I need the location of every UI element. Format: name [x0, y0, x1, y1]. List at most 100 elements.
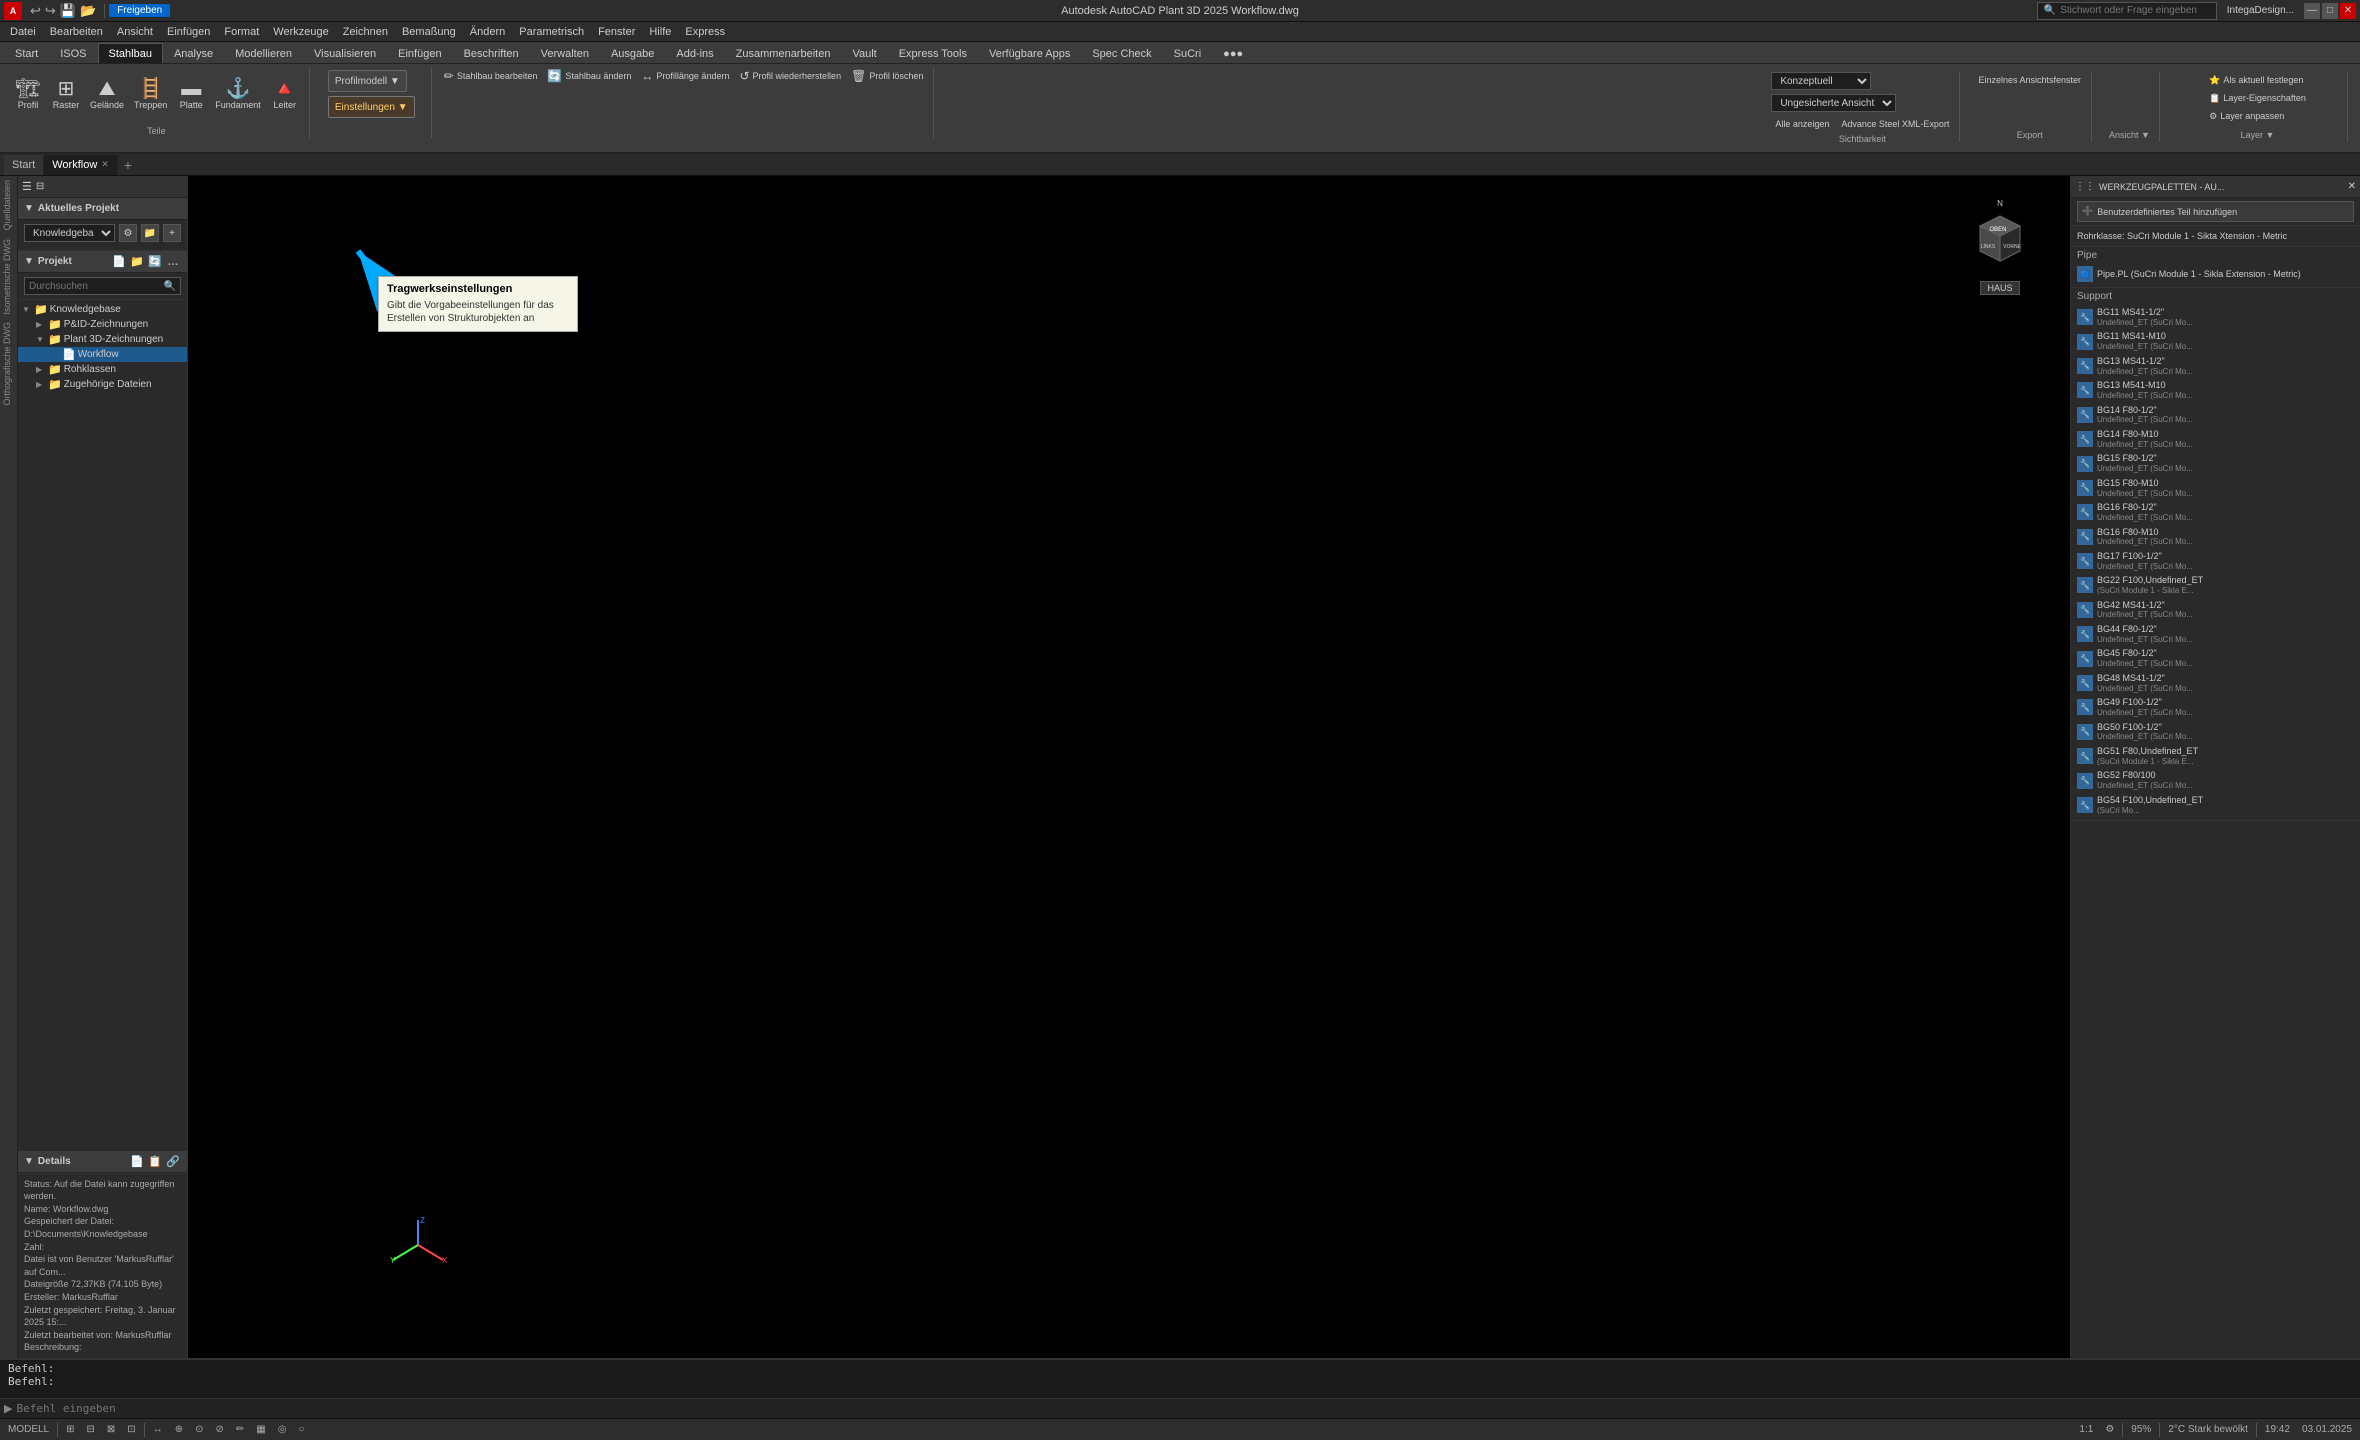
tree-plant3d-zeichnungen[interactable]: ▼ 📁 Plant 3D-Zeichnungen [18, 332, 187, 347]
search-input[interactable] [29, 281, 162, 292]
tab-sucri[interactable]: SuCri [1163, 43, 1213, 63]
support-item-bg50[interactable]: 🔧 BG50 F100-1/2" Undefined_ET (SuCri Mo.… [2077, 720, 2354, 744]
projekt-header[interactable]: ▼ Projekt 📄 📁 🔄 … [18, 251, 187, 273]
support-item-bg11[interactable]: 🔧 BG11 MS41-1/2" Undefined_ET (SuCri Mo.… [2077, 305, 2354, 329]
btn-als-aktuell-festlegen[interactable]: ⭐ Als aktuell festlegen [2205, 72, 2310, 88]
right-panel-close[interactable]: ✕ [2348, 181, 2356, 192]
support-item-bg17[interactable]: 🔧 BG17 F100-1/2" Undefined_ET (SuCri Mo.… [2077, 549, 2354, 573]
support-item-bg44[interactable]: 🔧 BG44 F80-1/2" Undefined_ET (SuCri Mo..… [2077, 622, 2354, 646]
doc-tab-start[interactable]: Start [4, 155, 44, 175]
projekt-more-btn[interactable]: … [165, 254, 181, 270]
support-item-bg48[interactable]: 🔧 BG48 MS41-1/2" Undefined_ET (SuCri Mo.… [2077, 671, 2354, 695]
btn-stahlbau-andern[interactable]: 🔄 Stahlbau ändern [543, 68, 635, 84]
close-btn[interactable]: ✕ [2340, 3, 2356, 19]
tab-start[interactable]: Start [4, 43, 49, 63]
btn-loschen[interactable]: 🗑 Profil löschen [847, 68, 927, 84]
tab-addins[interactable]: Add-ins [665, 43, 724, 63]
menu-werkzeuge[interactable]: Werkzeuge [267, 23, 334, 41]
save-icon[interactable]: 💾 [60, 3, 76, 19]
maximize-btn[interactable]: □ [2322, 3, 2338, 19]
support-item-bg14m10[interactable]: 🔧 BG14 F80-M10 Undefined_ET (SuCri Mo... [2077, 427, 2354, 451]
panel-collapse-icon[interactable]: ⊟ [36, 181, 44, 192]
projekt-folder-btn[interactable]: 📁 [141, 224, 159, 242]
tab-verwalten[interactable]: Verwalten [530, 43, 600, 63]
support-item-bg13[interactable]: 🔧 BG13 MS41-1/2" Undefined_ET (SuCri Mo.… [2077, 354, 2354, 378]
menu-fenster[interactable]: Fenster [592, 23, 641, 41]
tab-visualisieren[interactable]: Visualisieren [303, 43, 387, 63]
menu-datei[interactable]: Datei [4, 23, 42, 41]
status-snap[interactable]: ↔ [149, 1421, 167, 1439]
sidebar-isometrische-dwg[interactable]: Isometrische DWG [0, 235, 17, 319]
btn-einzelnes-ansichtsfenster[interactable]: Einzelnes Ansichtsfenster [1974, 72, 2085, 88]
undo-icon[interactable]: ↩ [30, 3, 41, 19]
tree-zugehorige-dateien[interactable]: ▶ 📁 Zugehörige Dateien [18, 377, 187, 392]
status-grid1[interactable]: ⊞ [62, 1421, 78, 1439]
btn-benutzerdefiniertes-teil[interactable]: ➕ Benutzerdefiniertes Teil hinzufügen [2077, 201, 2354, 222]
support-item-bg51[interactable]: 🔧 BG51 F80,Undefined_ET (SuCri Module 1 … [2077, 744, 2354, 768]
status-dynamic[interactable]: ⊘ [211, 1421, 227, 1439]
projekt-refresh-btn[interactable]: 🔄 [147, 254, 163, 270]
tab-ausgabe[interactable]: Ausgabe [600, 43, 665, 63]
quick-access-toolbar[interactable]: ↩ ↪ 💾 📂 [26, 2, 100, 20]
support-item-bg49[interactable]: 🔧 BG49 F100-1/2" Undefined_ET (SuCri Mo.… [2077, 695, 2354, 719]
menu-bearbeiten[interactable]: Bearbeiten [44, 23, 109, 41]
status-settings[interactable]: ⚙ [2101, 1421, 2118, 1439]
cmd-input[interactable] [16, 1402, 2356, 1415]
tab-expresstools[interactable]: Express Tools [888, 43, 978, 63]
status-grid3[interactable]: ⊠ [103, 1421, 119, 1439]
canvas-area[interactable]: Tragwerkseinstellungen Gibt die Vorgabee… [188, 176, 2070, 1358]
minimize-btn[interactable]: — [2304, 3, 2320, 19]
viewcube-label[interactable]: HAUS [1980, 281, 2019, 295]
menu-format[interactable]: Format [218, 23, 265, 41]
btn-gelände[interactable]: ⛰ Gelände [86, 68, 128, 122]
btn-platte[interactable]: ▬ Platte [173, 68, 209, 122]
search-box[interactable]: 🔍 Stichwort oder Frage eingeben [2037, 2, 2217, 20]
btn-alle-anzeigen[interactable]: Alle anzeigen [1771, 116, 1833, 132]
btn-profil[interactable]: 🏗 Profil [10, 68, 46, 122]
status-lineweight[interactable]: ✏ [232, 1421, 248, 1439]
projekt-settings-btn[interactable]: ⚙ [119, 224, 137, 242]
user-account[interactable]: IntegaDesign... [2221, 5, 2300, 16]
btn-treppen[interactable]: 🪜 Treppen [130, 68, 171, 122]
tab-beschriften[interactable]: Beschriften [453, 43, 530, 63]
tab-speccheck[interactable]: Spec Check [1081, 43, 1162, 63]
support-item-bg52[interactable]: 🔧 BG52 F80/100 Undefined_ET (SuCri Mo... [2077, 768, 2354, 792]
btn-raster[interactable]: ⊞ Raster [48, 68, 84, 122]
support-item-bg54[interactable]: 🔧 BG54 F100,Undefined_ET (SuCri Mo... [2077, 793, 2354, 817]
support-item-bg42[interactable]: 🔧 BG42 MS41-1/2" Undefined_ET (SuCri Mo.… [2077, 598, 2354, 622]
support-item-bg16m10[interactable]: 🔧 BG16 F80-M10 Undefined_ET (SuCri Mo... [2077, 525, 2354, 549]
details-icon3[interactable]: 🔗 [165, 1153, 181, 1169]
btn-fundament[interactable]: ⚓ Funda­ment [211, 68, 265, 122]
tab-zusammenarbeiten[interactable]: Zusammenarbeiten [725, 43, 842, 63]
details-icon1[interactable]: 📄 [129, 1153, 145, 1169]
status-grid2[interactable]: ⊟ [83, 1421, 99, 1439]
status-polar[interactable]: ⊕ [171, 1421, 187, 1439]
support-item-bg11m10[interactable]: 🔧 BG11 MS41-M10 Undefined_ET (SuCri Mo..… [2077, 329, 2354, 353]
tab-vault[interactable]: Vault [841, 43, 887, 63]
status-grid4[interactable]: ⊡ [123, 1421, 139, 1439]
tab-analyse[interactable]: Analyse [163, 43, 224, 63]
dropdown-einstellungen[interactable]: Einstellungen ▼ [328, 96, 415, 118]
projekt-folder-new-btn[interactable]: 📁 [129, 254, 145, 270]
projekt-dropdown[interactable]: Knowledgebase [24, 224, 115, 242]
details-header[interactable]: ▼ Details 📄 📋 🔗 [18, 1151, 187, 1173]
tab-einfügen[interactable]: Einfügen [387, 43, 452, 63]
status-sel[interactable]: ◎ [274, 1421, 291, 1439]
status-gizmo[interactable]: ○ [294, 1421, 308, 1439]
status-modell[interactable]: MODELL [4, 1421, 53, 1439]
support-item-bg14[interactable]: 🔧 BG14 F80-1/2" Undefined_ET (SuCri Mo..… [2077, 403, 2354, 427]
menu-andern[interactable]: Ändern [464, 23, 511, 41]
sidebar-orthografische-dwg[interactable]: Orthografische DWG [0, 318, 17, 410]
btn-profillange[interactable]: ↔ Profillänge ändern [637, 68, 733, 84]
tab-more[interactable]: ●●● [1212, 43, 1254, 63]
freigeben-btn[interactable]: Freigeben [109, 4, 170, 17]
dropdown-konzeptuell[interactable]: Konzeptuell [1771, 72, 1871, 90]
doc-tab-close-btn[interactable]: ✕ [101, 159, 109, 170]
support-item-bg16[interactable]: 🔧 BG16 F80-1/2" Undefined_ET (SuCri Mo..… [2077, 500, 2354, 524]
support-item-bg22[interactable]: 🔧 BG22 F100,Undefined_ET (SuCri Module 1… [2077, 573, 2354, 597]
menu-einfügen[interactable]: Einfügen [161, 23, 216, 41]
support-item-bg13m10[interactable]: 🔧 BG13 M541-M10 Undefined_ET (SuCri Mo..… [2077, 378, 2354, 402]
support-item-bg45[interactable]: 🔧 BG45 F80-1/2" Undefined_ET (SuCri Mo..… [2077, 646, 2354, 670]
projekt-add-btn[interactable]: + [163, 224, 181, 242]
dropdown-ungesicherte-ansicht[interactable]: Ungesicherte Ansicht [1771, 94, 1896, 112]
